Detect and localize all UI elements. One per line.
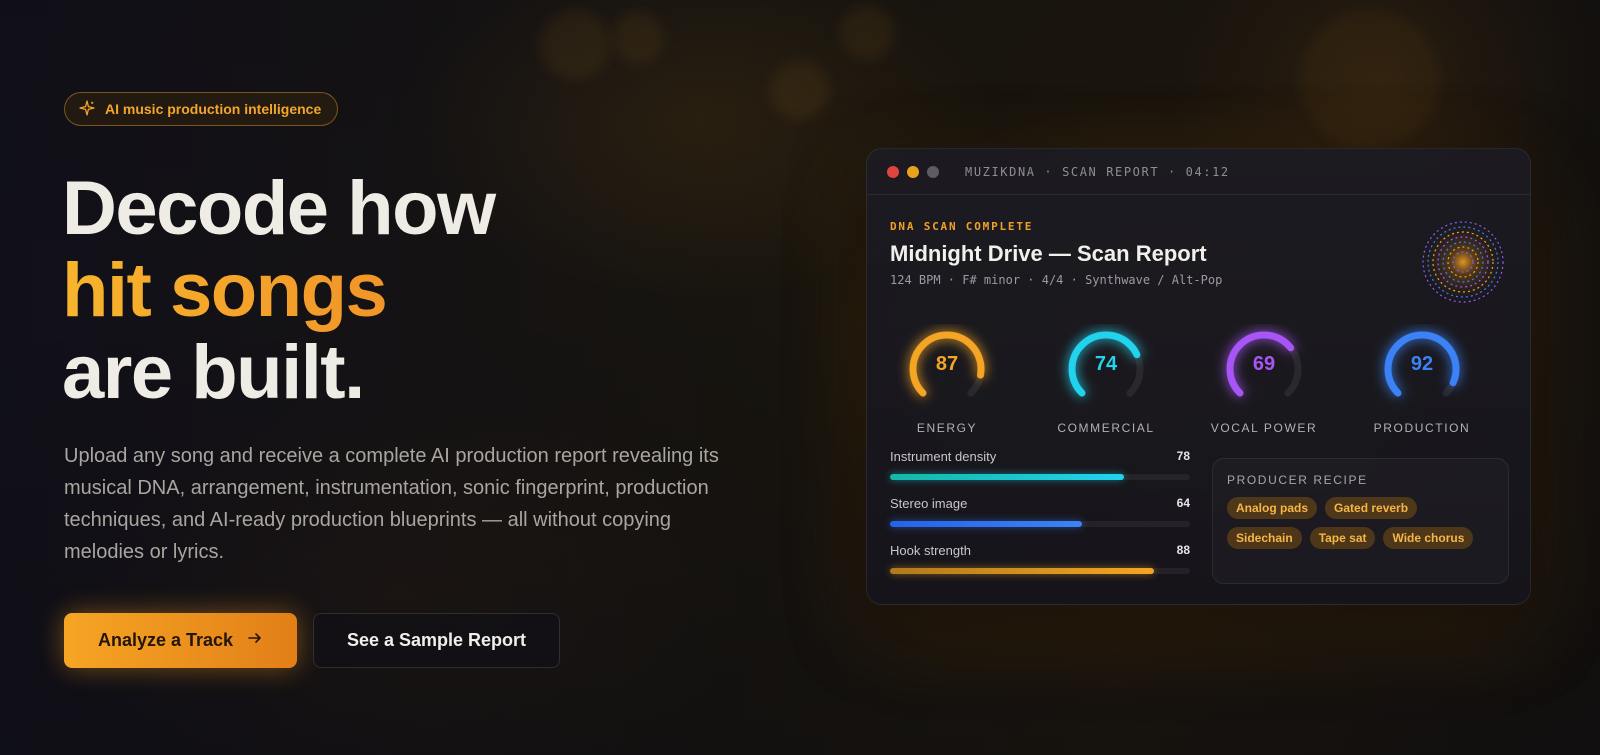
metric-bar-row: Stereo image 64	[890, 496, 1190, 543]
recipe-tag: Tape sat	[1309, 527, 1376, 549]
window-maximize-dot	[927, 165, 939, 178]
window-title: MUZIKDNA · SCAN REPORT · 04:12	[965, 164, 1230, 179]
score-gauges: 87 ENERGY 74 COMMERCIAL 69 VOCAL POWER 92 PRODU…	[867, 324, 1530, 435]
report-title: Midnight Drive — Scan Report	[890, 241, 1207, 266]
recipe-tag: Analog pads	[1227, 497, 1318, 519]
gauge-value: 74	[1094, 353, 1118, 375]
window-minimize-dot	[907, 165, 919, 178]
recipe-tag: Gated reverb	[1325, 497, 1418, 519]
metric-bar-row: Instrument density 78	[890, 449, 1190, 496]
window-close-dot	[887, 165, 899, 178]
sonic-fingerprint-icon	[1421, 220, 1505, 304]
metric-value: 64	[1176, 496, 1190, 510]
window-titlebar: MUZIKDNA · SCAN REPORT · 04:12	[867, 149, 1530, 195]
metric-bar-row: Hook strength 88	[890, 543, 1190, 590]
metric-fill	[890, 568, 1154, 574]
hero-description: Upload any song and receive a complete A…	[64, 445, 719, 563]
report-meta: 124 BPM · F# minor · 4/4 · Synthwave / A…	[890, 273, 1223, 287]
gauge-vocal-power: 69 VOCAL POWER	[1204, 324, 1324, 435]
metric-value: 88	[1176, 543, 1190, 557]
metric-fill	[890, 474, 1124, 480]
gauge-label: VOCAL POWER	[1210, 421, 1318, 435]
sample-report-button[interactable]: See a Sample Report	[313, 613, 560, 668]
metric-label: Hook strength	[890, 543, 971, 558]
metric-track	[890, 474, 1190, 480]
scan-report-card: MUZIKDNA · SCAN REPORT · 04:12 DNA SCAN …	[866, 148, 1531, 605]
producer-recipe-panel: PRODUCER RECIPE Analog pads Gated reverb S…	[1212, 458, 1509, 584]
gauge-value: 87	[935, 353, 959, 375]
metric-fill	[890, 521, 1082, 527]
gauge-commercial: 74 COMMERCIAL	[1046, 324, 1166, 435]
hero-badge: AI music production intelligence	[64, 92, 339, 126]
headline-line-2: hit songs	[62, 250, 495, 332]
metric-track	[890, 521, 1190, 527]
analyze-track-button[interactable]: Analyze a Track	[64, 613, 297, 668]
sparkles-icon	[79, 99, 95, 119]
producer-recipe-title: PRODUCER RECIPE	[1227, 473, 1368, 487]
arrow-right-icon	[247, 630, 263, 651]
gauge-label: PRODUCTION	[1373, 421, 1471, 435]
gauge-energy: 87 ENERGY	[887, 324, 1007, 435]
metric-track	[890, 568, 1190, 574]
gauge-label: COMMERCIAL	[1057, 421, 1155, 435]
metric-label: Stereo image	[890, 496, 968, 511]
gauge-production: 92 PRODUCTION	[1362, 324, 1482, 435]
headline-line-1: Decode how	[62, 166, 496, 251]
recipe-tag: Sidechain	[1227, 527, 1302, 549]
hero-headline: Decode how hit songs are built.	[62, 166, 496, 415]
gauge-value: 92	[1410, 353, 1434, 375]
headline-line-3: are built.	[62, 330, 365, 415]
scan-status: DNA SCAN COMPLETE	[890, 220, 1034, 233]
metric-bars: Instrument density 78 Stereo image 64 Hook s…	[890, 449, 1190, 590]
recipe-tags: Analog pads Gated reverb Sidechain Tape sat…	[1227, 497, 1494, 549]
metric-value: 78	[1176, 449, 1190, 463]
hero-badge-label: AI music production intelligence	[105, 101, 322, 117]
sample-report-label: See a Sample Report	[346, 630, 527, 650]
gauge-value: 69	[1252, 353, 1276, 375]
recipe-tag: Wide chorus	[1383, 527, 1474, 549]
analyze-track-label: Analyze a Track	[97, 630, 234, 650]
metric-label: Instrument density	[890, 449, 997, 464]
gauge-label: ENERGY	[916, 421, 978, 435]
